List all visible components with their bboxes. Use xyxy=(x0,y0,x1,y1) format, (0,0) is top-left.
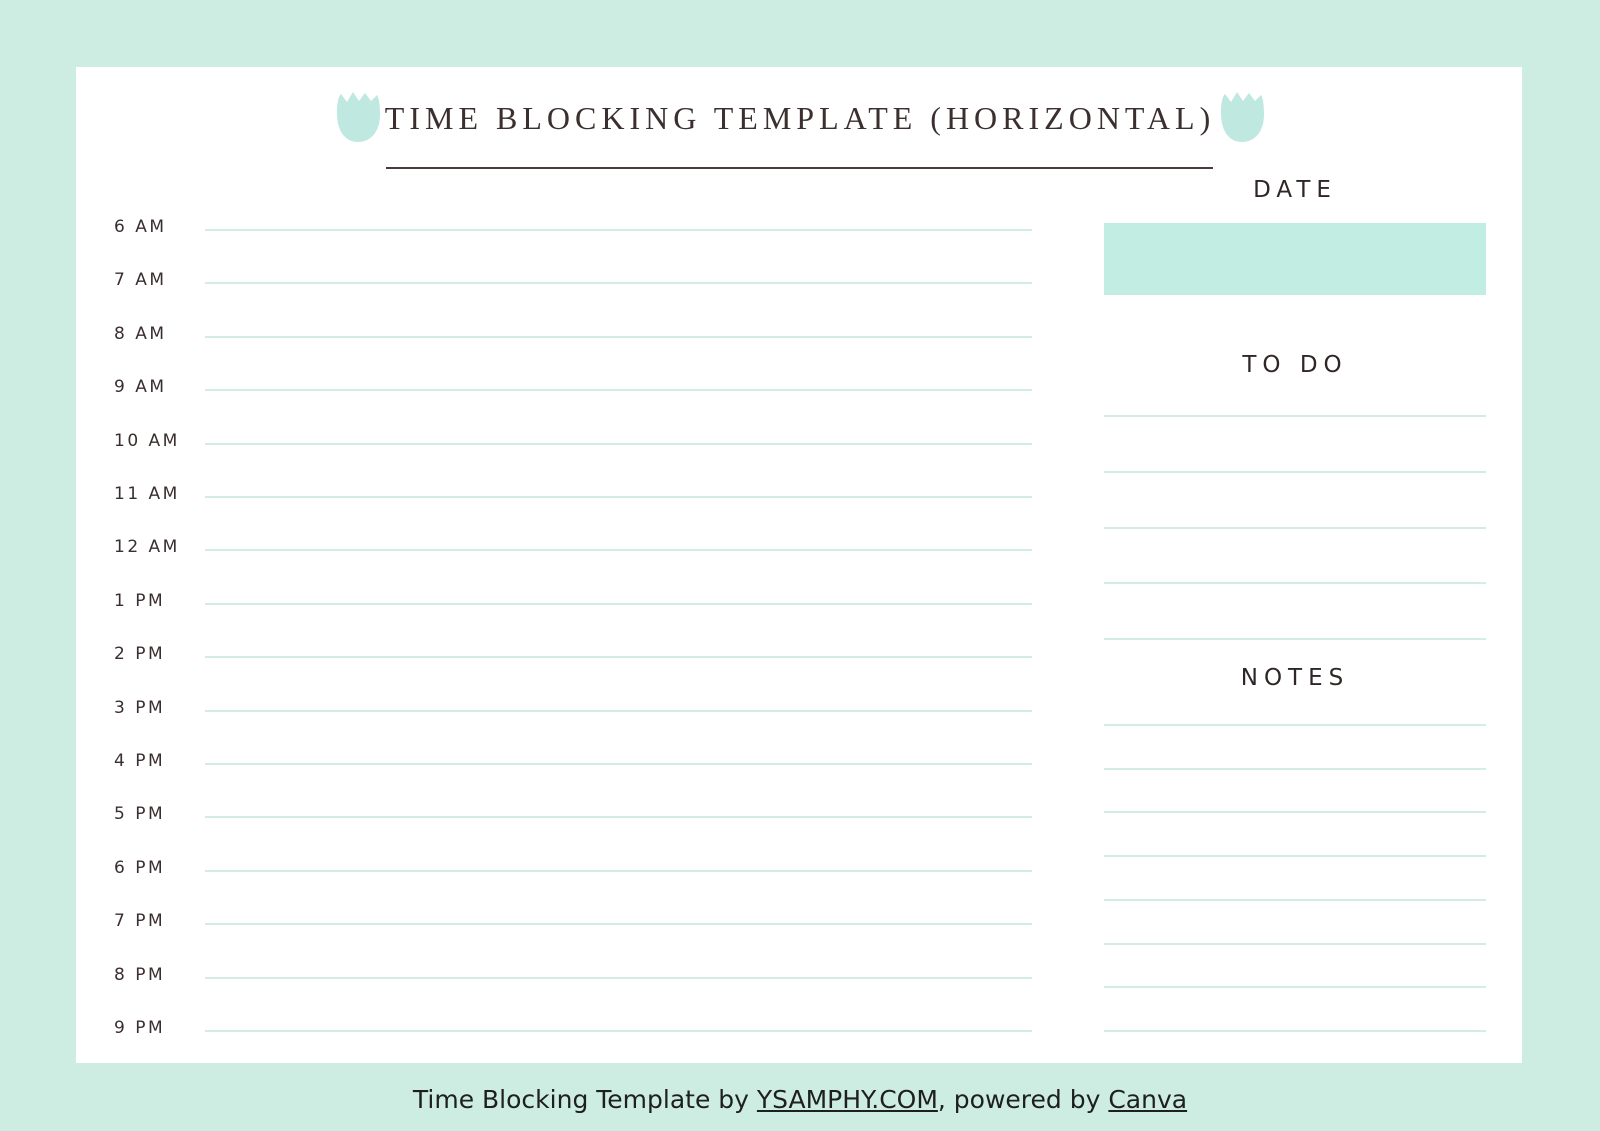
time-block-line[interactable] xyxy=(205,229,1032,231)
notes-line[interactable] xyxy=(1104,724,1486,726)
notes-line[interactable] xyxy=(1104,942,1486,945)
todo-line[interactable] xyxy=(1104,470,1486,473)
time-label: 1 PM xyxy=(114,590,166,611)
time-label: 5 PM xyxy=(114,804,166,825)
notes-line[interactable] xyxy=(1104,855,1486,858)
tulip-icon xyxy=(1221,92,1264,142)
time-label: 9 AM xyxy=(114,377,167,398)
todo-line[interactable] xyxy=(1104,526,1486,529)
ysamphy-link[interactable]: YSAMPHY.COM xyxy=(757,1085,938,1114)
time-label: 7 AM xyxy=(114,270,167,291)
time-label: 3 PM xyxy=(114,697,166,718)
todo-line[interactable] xyxy=(1104,582,1486,585)
time-label: 10 AM xyxy=(114,430,180,451)
time-label: 12 AM xyxy=(114,537,180,558)
time-block-line[interactable] xyxy=(205,869,1032,872)
time-block-line[interactable] xyxy=(205,602,1032,605)
time-label: 6 AM xyxy=(114,217,167,237)
time-label: 6 PM xyxy=(114,857,166,878)
time-block-line[interactable] xyxy=(205,816,1032,819)
time-label: 7 PM xyxy=(114,911,166,932)
time-label: 9 PM xyxy=(114,1018,166,1038)
footer-credit: Time Blocking Template by YSAMPHY.COM, p… xyxy=(0,1085,1600,1115)
time-block-line[interactable] xyxy=(205,763,1032,765)
notes-line[interactable] xyxy=(1104,767,1486,770)
time-block-line[interactable] xyxy=(205,976,1032,979)
date-field[interactable] xyxy=(1104,223,1486,295)
time-block-line[interactable] xyxy=(205,496,1032,498)
time-block-line[interactable] xyxy=(205,1030,1032,1032)
time-label: 4 PM xyxy=(114,751,166,771)
notes-line[interactable] xyxy=(1104,1029,1486,1032)
notes-line[interactable] xyxy=(1104,986,1486,989)
title-underline xyxy=(386,167,1213,169)
time-block-line[interactable] xyxy=(205,656,1032,659)
footer-middle: , powered by xyxy=(937,1085,1109,1114)
time-block-line[interactable] xyxy=(205,442,1032,445)
todo-line[interactable] xyxy=(1104,638,1486,641)
notes-line[interactable] xyxy=(1104,898,1486,901)
time-block-line[interactable] xyxy=(205,335,1032,338)
template-card xyxy=(76,67,1522,1063)
date-heading: DATE xyxy=(1253,177,1337,203)
time-block-line[interactable] xyxy=(205,549,1032,552)
notes-line[interactable] xyxy=(1104,811,1486,814)
time-block-line[interactable] xyxy=(205,282,1032,285)
page-title: TIME BLOCKING TEMPLATE (HORIZONTAL) xyxy=(384,100,1216,136)
time-label: 8 AM xyxy=(114,323,167,344)
footer-prefix: Time Blocking Template by xyxy=(412,1085,757,1114)
time-block-line[interactable] xyxy=(205,709,1032,712)
canva-link[interactable]: Canva xyxy=(1108,1085,1187,1114)
todo-line[interactable] xyxy=(1104,415,1486,417)
time-label: 2 PM xyxy=(114,644,166,665)
time-label: 11 AM xyxy=(114,484,180,504)
time-block-line[interactable] xyxy=(205,923,1032,926)
time-block-line[interactable] xyxy=(205,389,1032,392)
time-label: 8 PM xyxy=(114,964,166,985)
notes-heading: NOTES xyxy=(1240,665,1350,691)
todo-heading: TO DO xyxy=(1242,352,1348,378)
